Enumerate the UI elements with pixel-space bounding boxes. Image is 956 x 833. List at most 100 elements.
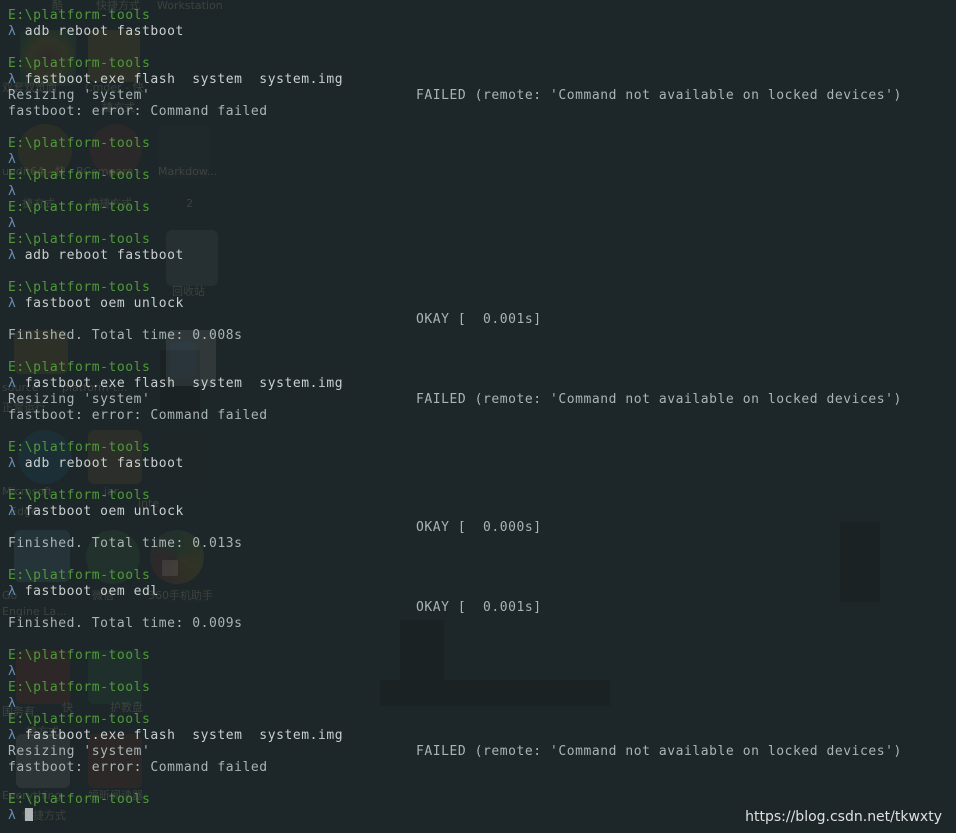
prompt-lambda-symbol: λ [8, 456, 25, 471]
console-line: E:\platform-tools [8, 792, 956, 808]
console-line: λ adb reboot fastboot [8, 248, 956, 264]
prompt-path: E:\platform-tools [8, 136, 151, 151]
console-output[interactable]: E:\platform-tools λ adb reboot fastboot E… [0, 0, 956, 833]
prompt-lambda-symbol: λ [8, 808, 25, 823]
console-line: E:\platform-tools [8, 168, 956, 184]
console-line: fastboot: error: Command failed [8, 408, 956, 424]
console-line: λ [8, 152, 956, 168]
console-line: λ fastboot oem unlock [8, 296, 956, 312]
console-line: λ fastboot oem edl [8, 584, 956, 600]
console-line: Finished. Total time: 0.008s [8, 328, 956, 344]
console-line: Resizing 'system' FAILED (remote: 'Comman… [8, 744, 956, 760]
console-line: λ adb reboot fastboot [8, 24, 956, 40]
output-text: Resizing 'system' [8, 392, 151, 407]
console-line: Resizing 'system' FAILED (remote: 'Comman… [8, 88, 956, 104]
prompt-path: E:\platform-tools [8, 792, 151, 807]
console-line: E:\platform-tools [8, 648, 956, 664]
prompt-path: E:\platform-tools [8, 280, 151, 295]
console-line: Finished. Total time: 0.009s [8, 616, 956, 632]
console-line: fastboot: error: Command failed [8, 104, 956, 120]
command-text[interactable]: adb reboot fastboot [25, 456, 184, 471]
prompt-path: E:\platform-tools [8, 648, 151, 663]
console-line: E:\platform-tools [8, 712, 956, 728]
command-text[interactable]: fastboot oem edl [25, 584, 159, 599]
terminal-window[interactable]: Workstation 快捷方式酷 uedit64 - 快捷方式 BCompare -… [0, 0, 956, 833]
status-message: FAILED (remote: 'Command not available o… [416, 88, 902, 103]
prompt-lambda-symbol: λ [8, 664, 25, 679]
command-text[interactable]: fastboot oem unlock [25, 504, 184, 519]
prompt-lambda-symbol: λ [8, 216, 25, 231]
console-line: λ adb reboot fastboot [8, 456, 956, 472]
output-text: Resizing 'system' [8, 88, 151, 103]
prompt-path: E:\platform-tools [8, 8, 151, 23]
console-line: E:\platform-tools [8, 8, 956, 24]
console-line: E:\platform-tools [8, 232, 956, 248]
prompt-lambda-symbol: λ [8, 584, 25, 599]
prompt-path: E:\platform-tools [8, 360, 151, 375]
command-text[interactable]: adb reboot fastboot [25, 248, 184, 263]
console-line: λ fastboot.exe flash system system.img [8, 72, 956, 88]
prompt-lambda-symbol: λ [8, 504, 25, 519]
prompt-lambda-symbol: λ [8, 72, 25, 87]
output-text: fastboot: error: Command failed [8, 760, 268, 775]
prompt-path: E:\platform-tools [8, 200, 151, 215]
console-line: Resizing 'system' FAILED (remote: 'Comman… [8, 392, 956, 408]
prompt-lambda-symbol: λ [8, 728, 25, 743]
output-text: Finished. Total time: 0.013s [8, 536, 243, 551]
console-line: fastboot: error: Command failed [8, 760, 956, 776]
prompt-lambda-symbol: λ [8, 24, 25, 39]
console-line: λ [8, 664, 956, 680]
console-line: λ [8, 216, 956, 232]
text-cursor [24, 808, 33, 821]
prompt-lambda-symbol: λ [8, 296, 25, 311]
prompt-lambda-symbol: λ [8, 376, 25, 391]
output-text: Resizing 'system' [8, 744, 151, 759]
output-text: fastboot: error: Command failed [8, 408, 268, 423]
command-text[interactable]: fastboot oem unlock [25, 296, 184, 311]
output-text: fastboot: error: Command failed [8, 104, 268, 119]
prompt-lambda-symbol: λ [8, 152, 25, 167]
prompt-path: E:\platform-tools [8, 168, 151, 183]
prompt-path: E:\platform-tools [8, 56, 151, 71]
prompt-lambda-symbol: λ [8, 248, 25, 263]
console-line: E:\platform-tools [8, 136, 956, 152]
console-line: OKAY [ 0.001s] [8, 312, 956, 328]
console-line: λ fastboot.exe flash system system.img [8, 376, 956, 392]
console-line: E:\platform-tools [8, 360, 956, 376]
command-text[interactable]: fastboot.exe flash system system.img [25, 376, 343, 391]
prompt-lambda-symbol: λ [8, 184, 25, 199]
console-line: λ [8, 696, 956, 712]
console-line: Finished. Total time: 0.013s [8, 536, 956, 552]
console-line: OKAY [ 0.000s] [8, 520, 956, 536]
console-line: E:\platform-tools [8, 440, 956, 456]
console-line: E:\platform-tools [8, 56, 956, 72]
prompt-path: E:\platform-tools [8, 488, 151, 503]
status-message: FAILED (remote: 'Command not available o… [416, 392, 902, 407]
prompt-path: E:\platform-tools [8, 232, 151, 247]
output-text: Finished. Total time: 0.009s [8, 616, 243, 631]
prompt-lambda-symbol: λ [8, 696, 25, 711]
console-line: λ fastboot oem unlock [8, 504, 956, 520]
console-line: OKAY [ 0.001s] [8, 600, 956, 616]
status-message: OKAY [ 0.001s] [416, 600, 542, 615]
command-text[interactable]: fastboot.exe flash system system.img [25, 72, 343, 87]
output-text: Finished. Total time: 0.008s [8, 328, 243, 343]
prompt-path: E:\platform-tools [8, 568, 151, 583]
console-line: E:\platform-tools [8, 680, 956, 696]
status-message: FAILED (remote: 'Command not available o… [416, 744, 902, 759]
command-text[interactable]: fastboot.exe flash system system.img [25, 728, 343, 743]
console-line: E:\platform-tools [8, 568, 956, 584]
status-message: OKAY [ 0.001s] [416, 312, 542, 327]
prompt-path: E:\platform-tools [8, 440, 151, 455]
command-text[interactable]: adb reboot fastboot [25, 24, 184, 39]
status-message: OKAY [ 0.000s] [416, 520, 542, 535]
